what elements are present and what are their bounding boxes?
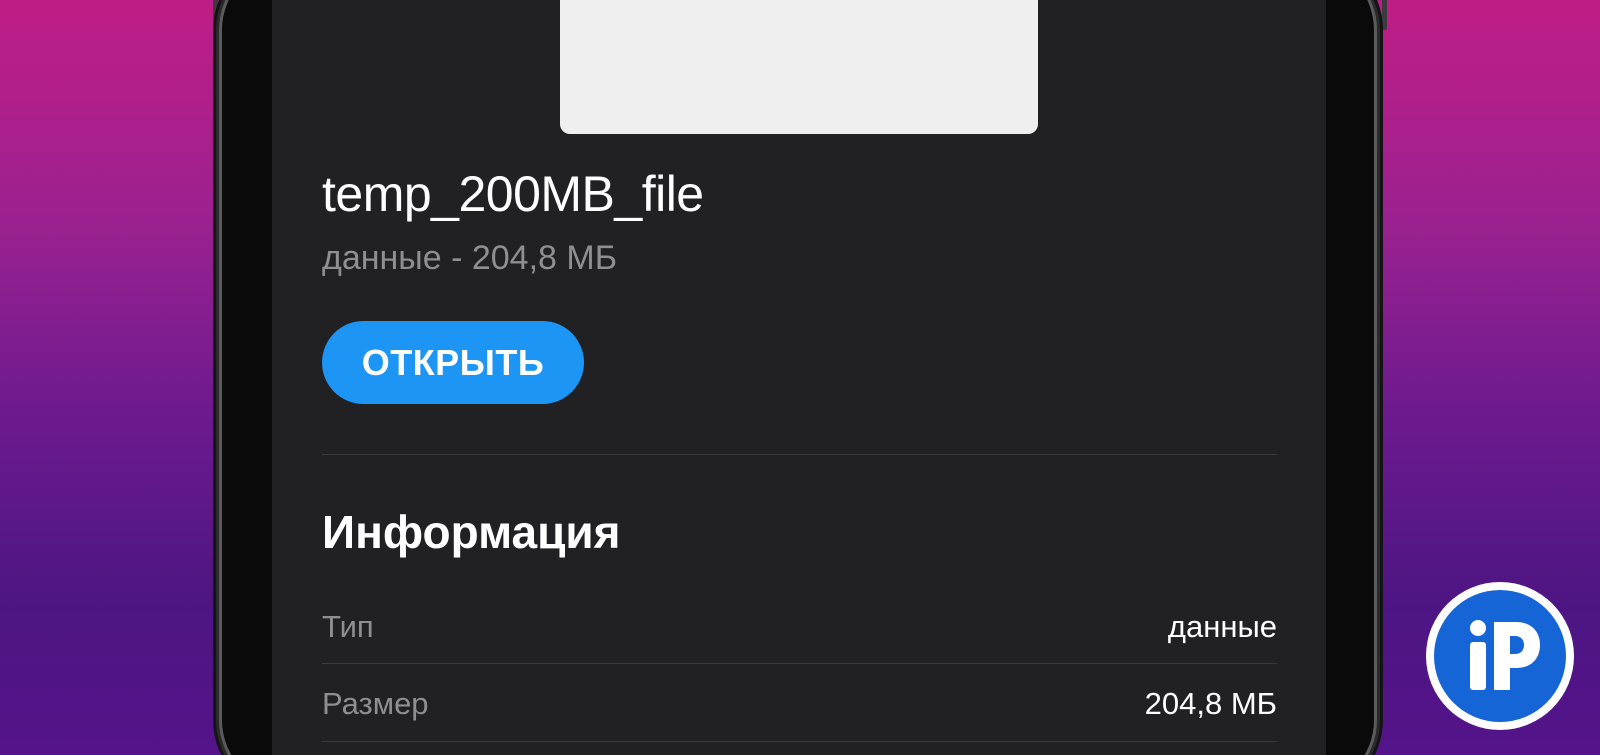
info-value: 204,8 МБ — [1144, 686, 1277, 721]
divider — [322, 663, 1277, 664]
info-section-title: Информация — [322, 506, 621, 558]
logo-badge — [1434, 590, 1566, 722]
logo-glyph-icon — [1470, 620, 1540, 690]
file-preview-thumbnail — [560, 0, 1038, 134]
info-row-size: Размер 204,8 МБ — [322, 674, 1277, 734]
divider — [322, 454, 1277, 455]
info-label: Тип — [322, 609, 374, 644]
side-button — [1382, 0, 1387, 30]
file-kind-size: данные - 204,8 МБ — [322, 239, 618, 277]
iphones-ru-logo — [1426, 582, 1574, 730]
info-row-type: Тип данные — [322, 597, 1277, 657]
divider — [322, 741, 1277, 742]
file-name: temp_200MB_file — [322, 166, 704, 222]
file-info-screen: temp_200MB_file данные - 204,8 МБ ОТКРЫТ… — [272, 0, 1326, 755]
info-label: Размер — [322, 686, 429, 721]
open-button[interactable]: ОТКРЫТЬ — [322, 321, 584, 404]
volume-button — [213, 0, 218, 85]
info-value: данные — [1167, 609, 1277, 644]
